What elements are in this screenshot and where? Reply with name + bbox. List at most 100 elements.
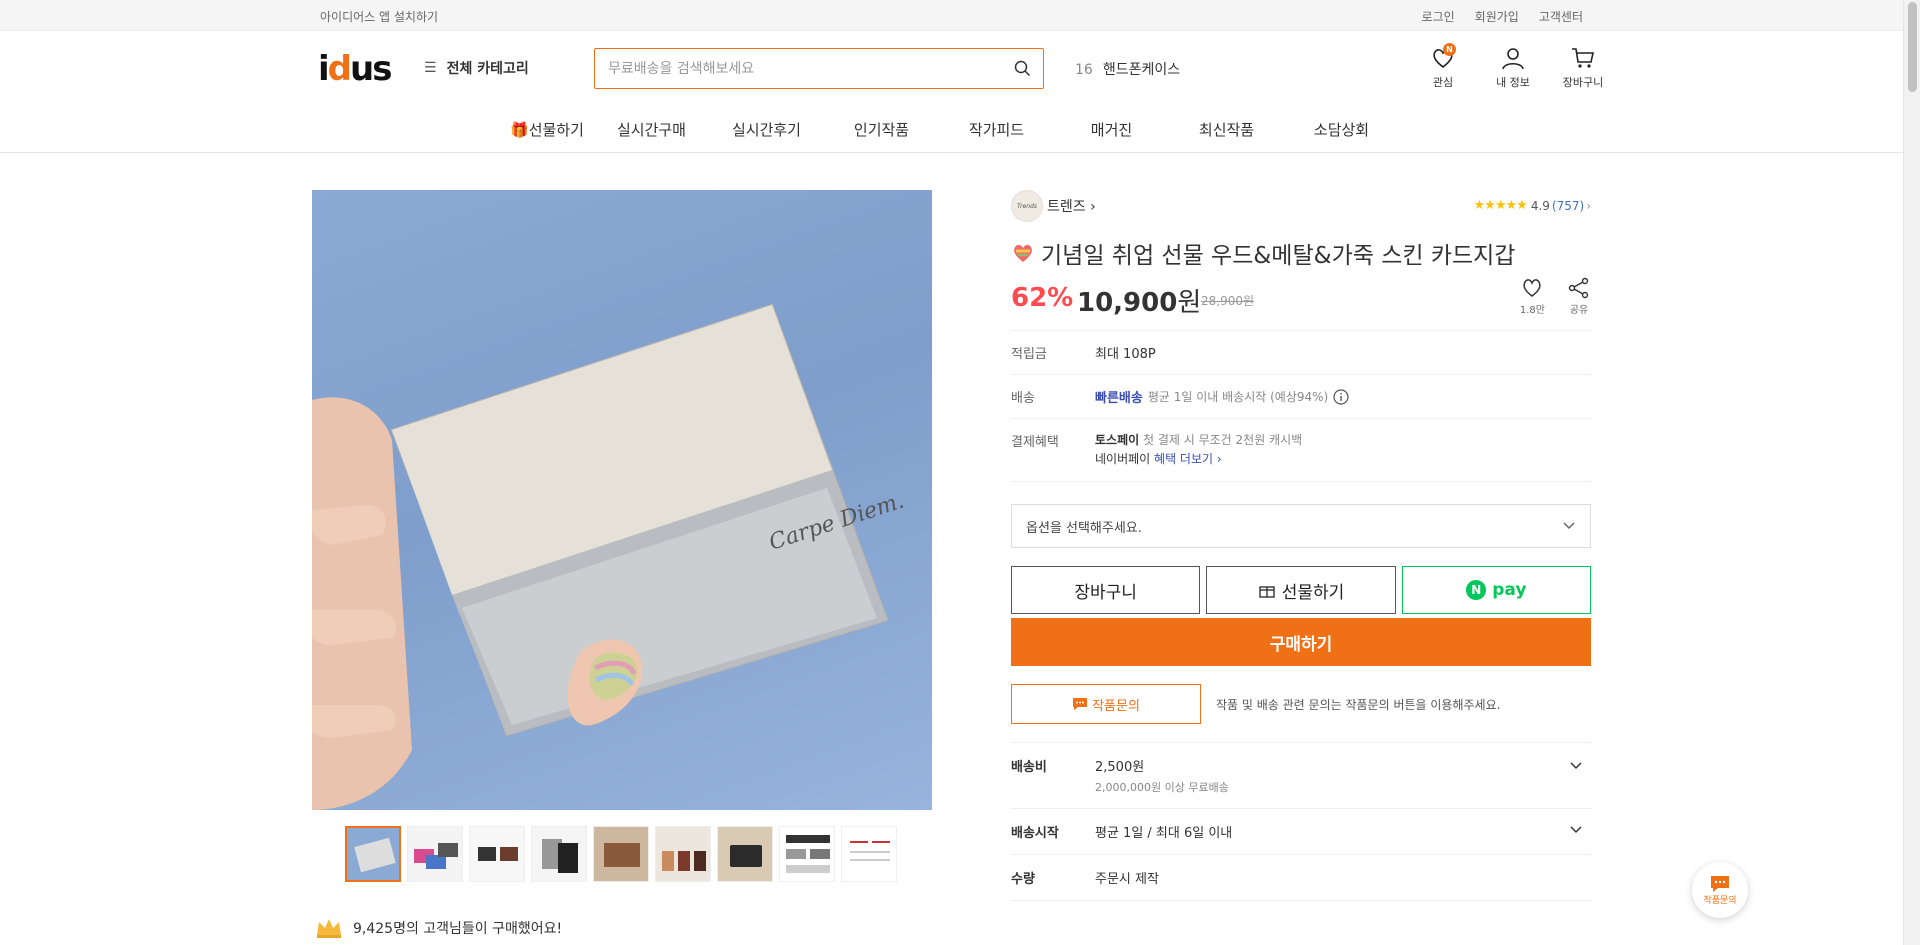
idus-logo[interactable]: idus [318, 49, 392, 89]
price-actions: 1.8만 공유 [1520, 277, 1591, 316]
gift-icon [1259, 586, 1275, 598]
star-rating-icon: ★★★★★ [1473, 198, 1528, 213]
quantity-label: 수량 [1011, 872, 1035, 887]
inquiry-row: 작품문의 작품 및 배송 관련 문의는 작품문의 버튼을 이용해주세요. [1011, 684, 1591, 724]
customer-center-link[interactable]: 고객센터 [1539, 8, 1583, 25]
thumbnail-5[interactable] [593, 826, 649, 882]
rating-summary[interactable]: ★★★★★ 4.9 (757) › [1474, 198, 1591, 213]
thumbnail-2[interactable] [407, 826, 463, 882]
share-button[interactable]: 공유 [1567, 277, 1591, 316]
artist-name[interactable]: 트렌즈 › [1047, 196, 1096, 216]
artist-row: Trends 트렌즈 › ★★★★★ 4.9 (757) › [1011, 190, 1591, 222]
product-main-image[interactable]: Carpe Diem. [312, 190, 932, 810]
thumbnail-7[interactable] [717, 826, 773, 882]
npay-label: pay [1492, 580, 1527, 600]
thumbnail-3[interactable] [469, 826, 525, 882]
thumbnail-6[interactable] [655, 826, 711, 882]
payment-label: 결제혜택 [1011, 435, 1059, 450]
buy-now-button[interactable]: 구매하기 [1011, 618, 1591, 666]
login-link[interactable]: 로그인 [1422, 8, 1455, 25]
tosspay-desc: 첫 결제 시 무조건 2천원 캐시백 [1143, 433, 1303, 447]
product-info: Trends 트렌즈 › ★★★★★ 4.9 (757) › 기념일 취업 선물… [1011, 190, 1591, 901]
benefit-more-text: 혜택 더보기 [1154, 452, 1214, 466]
sale-price: 10,900원 [1077, 282, 1201, 319]
nav-item-label: 선물하기 [528, 121, 584, 139]
thumbnail-4[interactable] [531, 826, 587, 882]
thumbnail-image [408, 827, 462, 881]
ship-start-label: 배송시작 [1011, 826, 1059, 841]
product-title: 기념일 취업 선물 우드&메탈&가죽 스킨 카드지갑 [1011, 236, 1591, 270]
info-icon[interactable] [1333, 388, 1349, 405]
search-box [594, 48, 1044, 89]
thumbnail-8[interactable] [779, 826, 835, 882]
thumbnail-image [656, 827, 710, 881]
chevron-right-icon: › [1216, 452, 1222, 466]
shipping-fee-label: 배송비 [1011, 760, 1047, 775]
free-shipping-threshold: 2,000,000원 이상 무료배송 [1095, 781, 1229, 794]
shipping-fee-row[interactable]: 배송비 2,500원 2,000,000원 이상 무료배송 [1011, 743, 1591, 809]
menu-icon: ☰ [424, 60, 437, 76]
discount-rate: 62% [1011, 283, 1074, 313]
chevron-right-icon: › [1090, 199, 1096, 215]
nav-item-artist-feed[interactable]: 작가피드 [939, 119, 1054, 140]
inquiry-description: 작품 및 배송 관련 문의는 작품문의 버튼을 이용해주세요. [1216, 697, 1501, 712]
gift-button[interactable]: 선물하기 [1206, 566, 1396, 614]
top-utility-bar: 아이디어스 앱 설치하기 로그인 회원가입 고객센터 [0, 0, 1903, 31]
payment-row: 결제혜택 토스페이 첫 결제 시 무조건 2천원 캐시백 네이버페이 혜택 더보… [1011, 419, 1591, 482]
nav-item-realtime-review[interactable]: 실시간후기 [709, 119, 824, 140]
cart-button[interactable]: 장바구니 [1548, 45, 1618, 90]
top-links: 로그인 회원가입 고객센터 [1422, 8, 1583, 25]
nav-item-gift[interactable]: 🎁선물하기 [500, 119, 594, 140]
thumbnail-1[interactable] [345, 826, 401, 882]
scrollbar-thumb[interactable] [1908, 2, 1917, 92]
points-value: 최대 108P [1095, 347, 1156, 362]
new-badge: N [1443, 43, 1456, 56]
chevron-down-icon [1570, 762, 1582, 770]
thumbnail-9[interactable] [841, 826, 897, 882]
nav-item-latest[interactable]: 최신작품 [1169, 119, 1284, 140]
signup-link[interactable]: 회원가입 [1475, 8, 1519, 25]
buyers-text: 9,425명의 고객님들이 구매했어요! [353, 921, 563, 937]
nav-item-realtime-purchase[interactable]: 실시간구매 [594, 119, 709, 140]
add-to-cart-button[interactable]: 장바구니 [1011, 566, 1201, 614]
like-button[interactable]: 1.8만 [1520, 277, 1545, 316]
benefit-more-link[interactable]: 혜택 더보기 › [1154, 452, 1222, 466]
trending-rank: 16 [1075, 62, 1093, 78]
all-category-button[interactable]: ☰ 전체 카테고리 [424, 58, 529, 78]
thumbnail-image [718, 827, 772, 881]
artist-avatar[interactable]: Trends [1011, 190, 1043, 222]
nav-item-magazine[interactable]: 매거진 [1054, 119, 1169, 140]
app-install-link[interactable]: 아이디어스 앱 설치하기 [320, 8, 438, 25]
crown-icon [317, 919, 341, 938]
wishlist-label: 관심 [1432, 76, 1454, 89]
chevron-right-icon: › [1586, 198, 1591, 213]
trending-keyword[interactable]: 16 핸드폰케이스 [1075, 59, 1180, 79]
price-row: 62% 10,900원 28,900원 1.8만 공유 [1011, 277, 1591, 320]
search-icon[interactable] [1014, 60, 1031, 81]
points-label: 적립금 [1011, 347, 1047, 362]
fast-delivery: 빠른배송 [1095, 391, 1143, 406]
like-count: 1.8만 [1519, 305, 1545, 316]
thumbnail-strip [345, 826, 897, 882]
nav-item-popular[interactable]: 인기작품 [824, 119, 939, 140]
rating-score: 4.9 [1530, 198, 1550, 213]
floating-inquiry-button[interactable]: 작품문의 [1692, 862, 1748, 918]
search-input[interactable] [595, 49, 995, 88]
page-scrollbar[interactable] [1903, 0, 1920, 945]
product-inquiry-button[interactable]: 작품문의 [1011, 684, 1201, 724]
main-header: idus ☰ 전체 카테고리 16 핸드폰케이스 N 관심 내 정보 장바구니 [0, 31, 1903, 101]
header-icons: N 관심 내 정보 장바구니 [1408, 43, 1618, 90]
nav-item-sodam[interactable]: 소담상회 [1284, 119, 1399, 140]
buyers-banner: 9,425명의 고객님들이 구매했어요! [315, 917, 562, 939]
card-wallet-photo: Carpe Diem. [312, 303, 907, 810]
wishlist-button[interactable]: N 관심 [1408, 43, 1478, 90]
thumbnail-image [532, 827, 586, 881]
sale-price-value: 10,900 [1077, 288, 1178, 318]
action-buttons: 장바구니 선물하기 N pay [1011, 566, 1591, 614]
option-select[interactable]: 옵션을 선택해주세요. [1011, 504, 1591, 548]
ship-start-row[interactable]: 배송시작 평균 1일 / 최대 6일 이내 [1011, 809, 1591, 855]
gift-button-label: 선물하기 [1281, 582, 1345, 603]
product-title-text: 기념일 취업 선물 우드&메탈&가죽 스킨 카드지갑 [1041, 243, 1516, 269]
naver-pay-button[interactable]: N pay [1401, 566, 1591, 614]
my-info-button[interactable]: 내 정보 [1478, 45, 1548, 90]
